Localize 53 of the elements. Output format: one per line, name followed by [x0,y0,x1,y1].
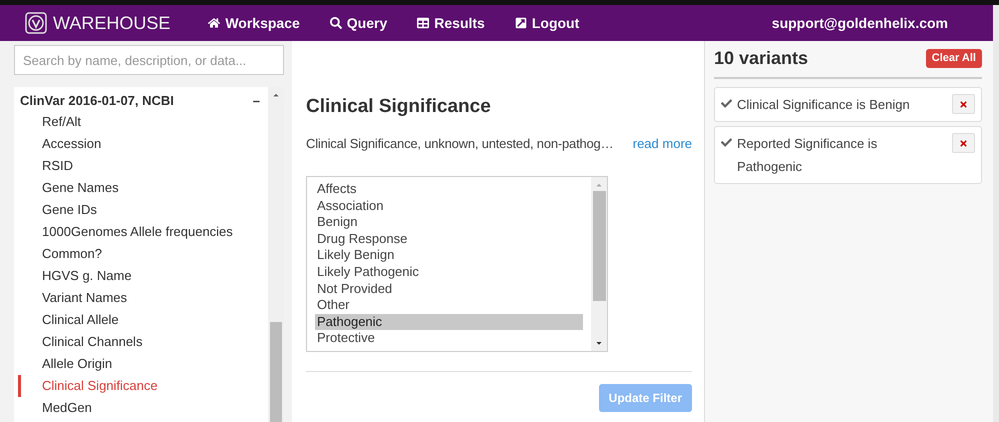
tree-item[interactable]: Variant Names [18,287,268,309]
brand-name: WAREHOUSE [53,12,170,34]
scroll-thumb[interactable] [270,322,282,422]
table-icon [417,17,430,29]
scroll-down-icon[interactable] [595,339,603,347]
option-item[interactable]: Protective [315,330,583,347]
option-item[interactable]: Likely Pathogenic [315,264,583,281]
search-field[interactable]: Search by name, description, or data... [14,45,284,75]
clear-all-button[interactable]: Clear All [926,48,982,68]
tree-item[interactable]: HGVS g. Name [18,265,268,287]
option-list[interactable]: Affects Association Benign Drug Response Likely Benign Likely Pathogenic Not Provided Other Pathogenic Protective [306,176,608,352]
option-item[interactable]: Affects [315,181,583,198]
read-more-link[interactable]: read more [632,134,692,153]
detail-title: Clinical Significance [306,95,492,119]
collapse-toggle[interactable]: – [252,91,260,111]
variant-count: 10 variants [714,46,808,70]
nav-link[interactable]: Results [417,12,485,34]
tree-item[interactable]: Common? [18,243,268,265]
nav-link[interactable]: Query [330,12,388,34]
option-item[interactable]: Benign [315,214,583,231]
tree-item[interactable]: Allele Origin [18,353,268,375]
tree-item[interactable]: MedGen [18,397,268,419]
remove-filter-button[interactable] [952,133,975,153]
tree-item[interactable]: Ref/Alt [18,111,268,133]
filter-label: Reported Significance is Pathogenic [737,135,878,176]
tree-item[interactable]: Accession [18,133,268,155]
logout-icon [514,17,527,29]
nav-link[interactable]: Workspace [208,12,300,34]
scroll-up-icon[interactable] [272,91,280,99]
option-item[interactable]: Drug Response [315,230,583,248]
home-icon [208,17,220,29]
remove-filter-button[interactable] [952,94,975,114]
scroll-thumb[interactable] [592,191,606,301]
option-item[interactable]: Pathogenic [315,314,583,330]
option-item[interactable]: Other [315,297,583,314]
tree-item[interactable]: Clinical Channels [18,331,268,353]
option-item[interactable]: Not Provided [315,280,583,298]
tree-item[interactable]: Gene Names [18,177,268,199]
filter-label: Clinical Significance is Benign [737,96,911,114]
group-title[interactable]: ClinVar 2016-01-07, NCBI [20,91,174,111]
nav-link[interactable]: Logout [514,12,580,34]
option-item[interactable]: Likely Benign [315,247,583,264]
tree-item[interactable]: Clinical Allele [18,309,268,331]
search-icon [330,17,342,29]
close-icon [959,100,968,108]
tree-item[interactable]: 1000Genomes Allele frequencies [18,221,268,243]
user-email[interactable]: support@goldenhelix.com [772,12,948,34]
option-item[interactable]: Association [315,198,583,214]
detail-description: Clinical Significance, unknown, untested, non-pathog… [306,134,614,153]
logo-icon [25,12,47,34]
close-icon [959,138,968,148]
tree-item[interactable]: RSID [18,155,268,177]
tree-item[interactable]: Gene IDs [18,199,268,221]
